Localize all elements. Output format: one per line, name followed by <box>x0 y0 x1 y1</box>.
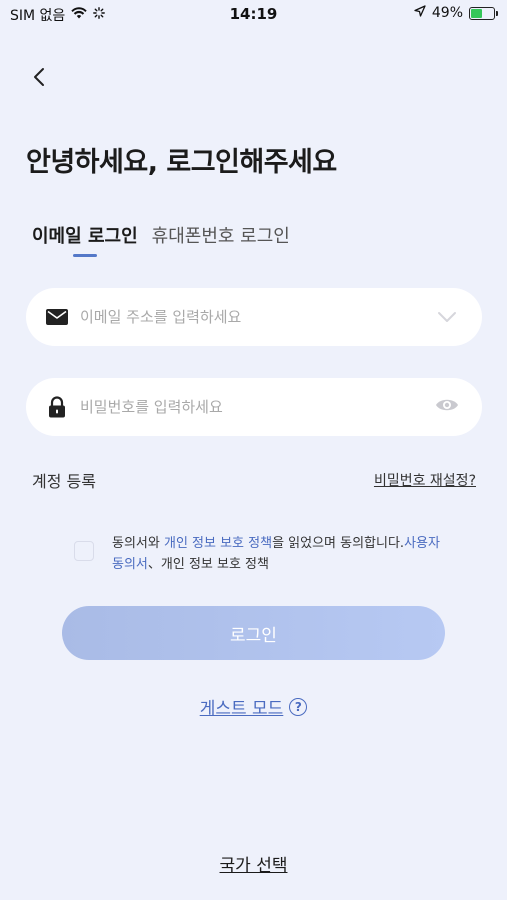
lock-icon <box>46 396 68 418</box>
battery-fill <box>471 8 482 18</box>
back-button[interactable] <box>24 64 54 94</box>
login-button[interactable]: 로그인 <box>62 606 445 660</box>
battery-percent: 49% <box>431 5 463 21</box>
privacy-policy-link[interactable]: 개인 정보 보호 정책 <box>164 536 272 551</box>
email-dropdown-button[interactable] <box>434 304 460 330</box>
toggle-password-visibility[interactable] <box>434 394 460 420</box>
register-link[interactable]: 계정 등록 <box>32 468 96 492</box>
page-title: 안녕하세요, 로그인해주세요 <box>26 147 337 178</box>
agreement-checkbox[interactable] <box>74 541 94 561</box>
agreement-text-1: 동의서와 <box>112 536 164 551</box>
eye-icon <box>435 397 459 417</box>
email-field[interactable] <box>26 288 482 346</box>
password-field[interactable] <box>26 378 482 436</box>
chevron-left-icon <box>32 67 46 91</box>
status-bar: SIM 없음 14:19 49% <box>0 0 507 28</box>
agreement-text-3: 、개인 정보 보호 정책 <box>147 557 269 572</box>
reset-password-link[interactable]: 비밀번호 재설정? <box>374 470 476 490</box>
country-select-link[interactable]: 국가 선택 <box>220 856 288 876</box>
status-right: 49% <box>414 5 498 21</box>
guest-mode-row: 게스트 모드 ? <box>0 694 507 719</box>
email-input[interactable] <box>80 308 434 326</box>
country-select-row: 국가 선택 <box>0 851 507 876</box>
agreement-text-2: 을 읽었으며 동의합니다. <box>272 536 405 551</box>
password-input[interactable] <box>80 398 434 416</box>
location-arrow-icon <box>414 5 426 21</box>
guest-mode-link[interactable]: 게스트 모드 <box>200 694 284 719</box>
active-tab-indicator <box>73 254 97 257</box>
battery-nub <box>496 10 498 16</box>
tab-phone-login[interactable]: 휴대폰번호 로그인 <box>152 222 290 248</box>
help-icon[interactable]: ? <box>289 697 308 716</box>
login-tabs: 이메일 로그인 휴대폰번호 로그인 <box>32 222 290 248</box>
account-links: 계정 등록 비밀번호 재설정? <box>32 468 476 492</box>
mail-icon <box>46 306 68 328</box>
agreement-row: 동의서와 개인 정보 보호 정책을 읽었으며 동의합니다.사용자 동의서、개인 … <box>74 533 444 575</box>
tab-email-login[interactable]: 이메일 로그인 <box>32 222 138 248</box>
chevron-down-icon <box>437 308 457 327</box>
battery-icon <box>469 6 498 20</box>
agreement-text: 동의서와 개인 정보 보호 정책을 읽었으며 동의합니다.사용자 동의서、개인 … <box>112 533 444 575</box>
